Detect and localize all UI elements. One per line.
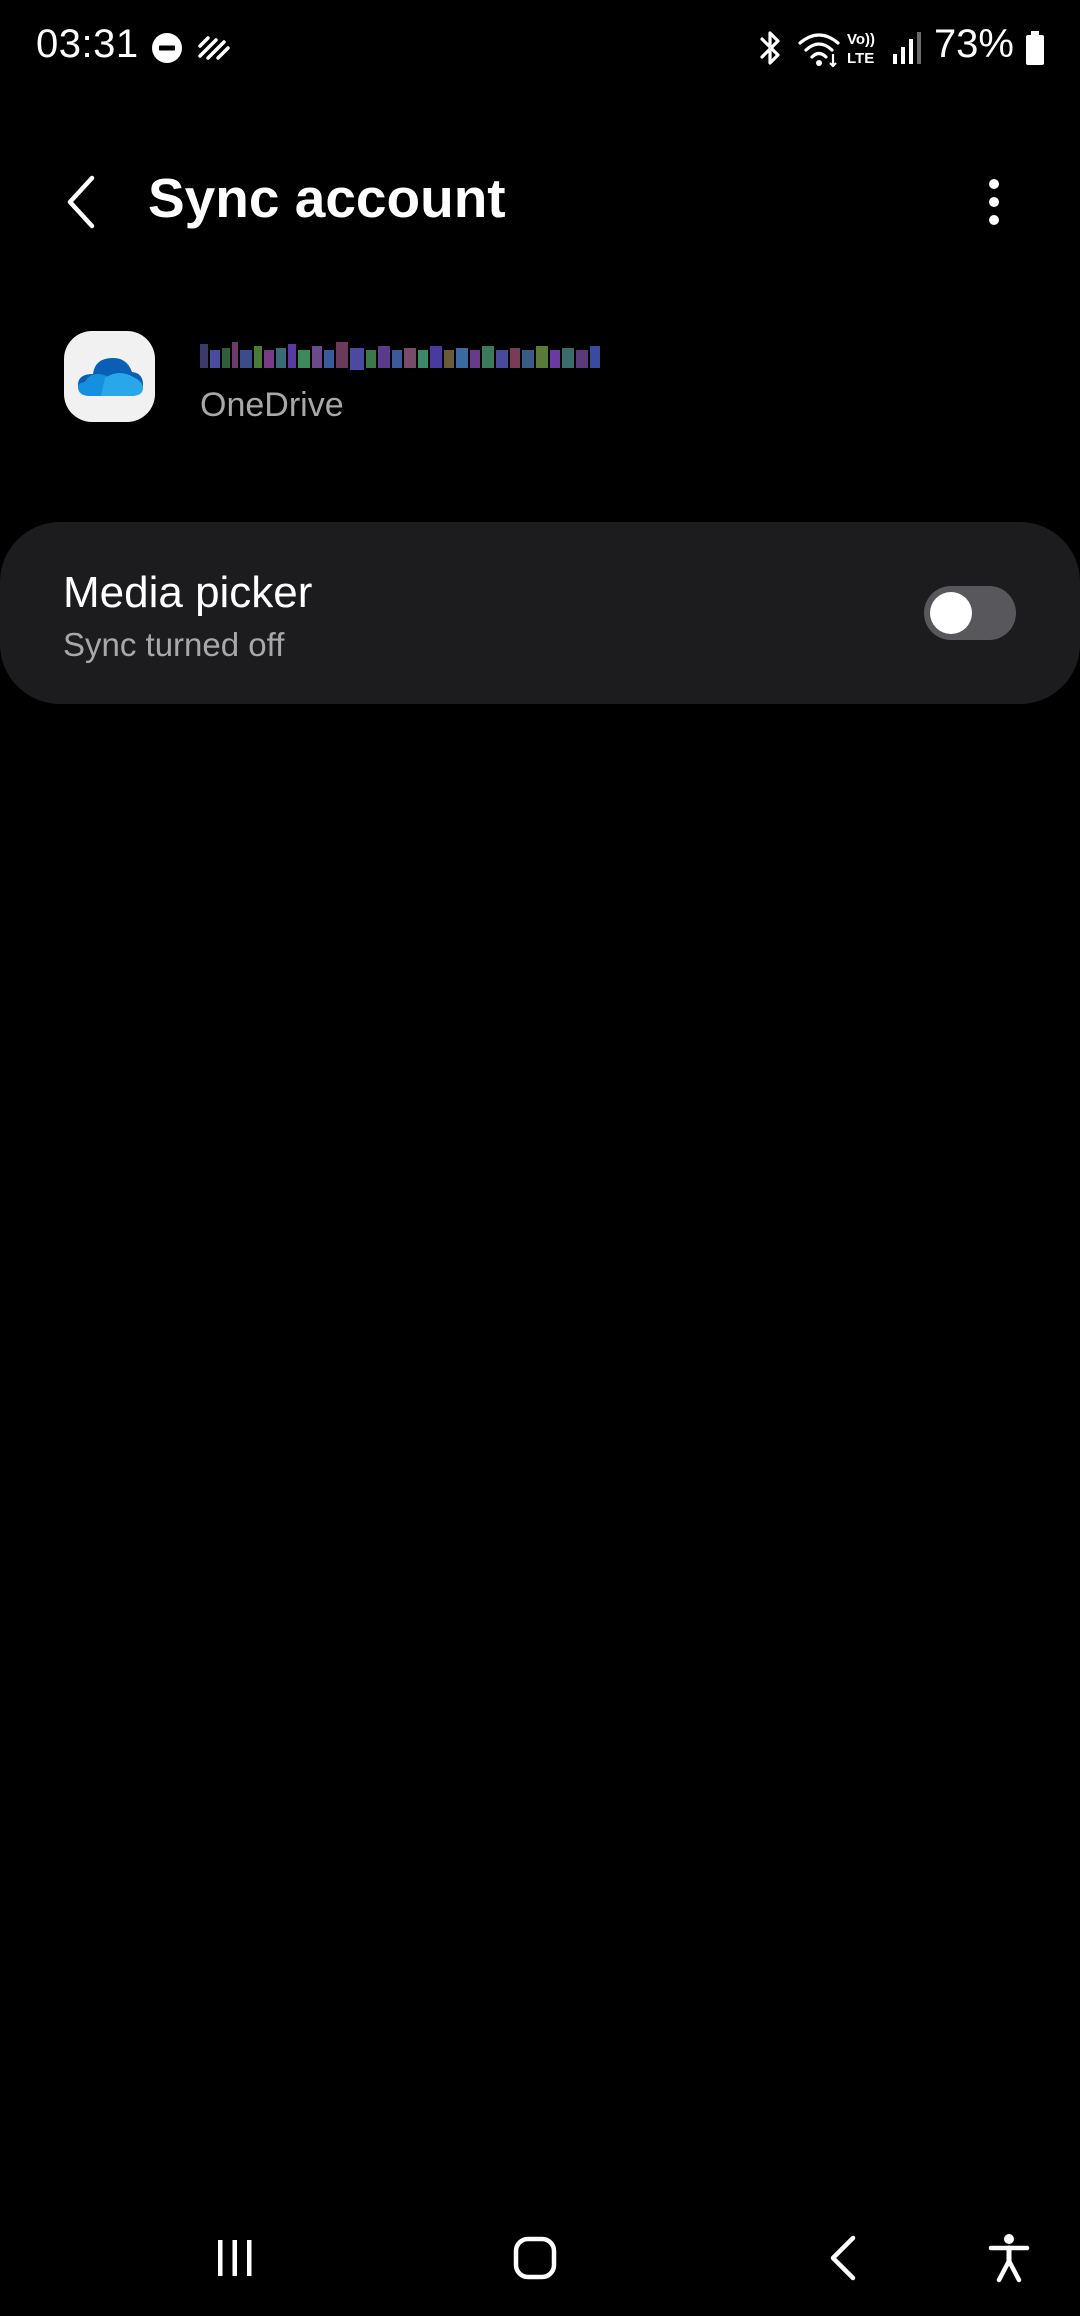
page-title: Sync account: [148, 167, 506, 229]
sync-toggle[interactable]: [924, 586, 1016, 640]
status-bar: 03:31 Vo)) LTE 73%: [0, 0, 1080, 96]
do-not-disturb-icon: [152, 33, 182, 63]
volte-icon: Vo)) LTE: [847, 31, 875, 67]
more-vertical-icon: [989, 179, 999, 225]
svg-text:Vo)): Vo)): [847, 31, 875, 48]
recent-apps-icon: [218, 2240, 252, 2276]
sync-item-media-picker[interactable]: Media picker Sync turned off: [0, 522, 1080, 704]
navigation-bar: [0, 2200, 1080, 2316]
status-time: 03:31: [36, 22, 139, 66]
battery-percent: 73%: [933, 22, 1014, 66]
account-app-icon: [64, 331, 155, 422]
onedrive-cloud-icon: [77, 357, 143, 396]
wifi-icon: [798, 33, 840, 68]
cellular-signal-icon: [893, 32, 921, 64]
back-chevron-icon: [67, 175, 95, 229]
sync-item-title: Media picker: [63, 568, 313, 617]
home-icon: [513, 2236, 557, 2280]
sync-item-status: Sync turned off: [63, 626, 285, 663]
accessibility-button[interactable]: [976, 2230, 1042, 2286]
more-options-button[interactable]: [964, 170, 1024, 234]
bluetooth-icon: [760, 31, 780, 65]
nav-back-button[interactable]: [808, 2230, 878, 2286]
battery-icon: [1026, 31, 1044, 65]
account-email-redacted: [200, 342, 600, 370]
recent-apps-button[interactable]: [200, 2230, 270, 2286]
back-icon: [830, 2235, 856, 2281]
signal-activity-icon: [198, 36, 230, 60]
svg-text:LTE: LTE: [847, 50, 874, 67]
toggle-knob: [930, 592, 972, 634]
account-provider: OneDrive: [200, 386, 344, 424]
home-button[interactable]: [500, 2230, 570, 2286]
accessibility-icon: [988, 2234, 1030, 2283]
back-button[interactable]: [50, 164, 114, 240]
